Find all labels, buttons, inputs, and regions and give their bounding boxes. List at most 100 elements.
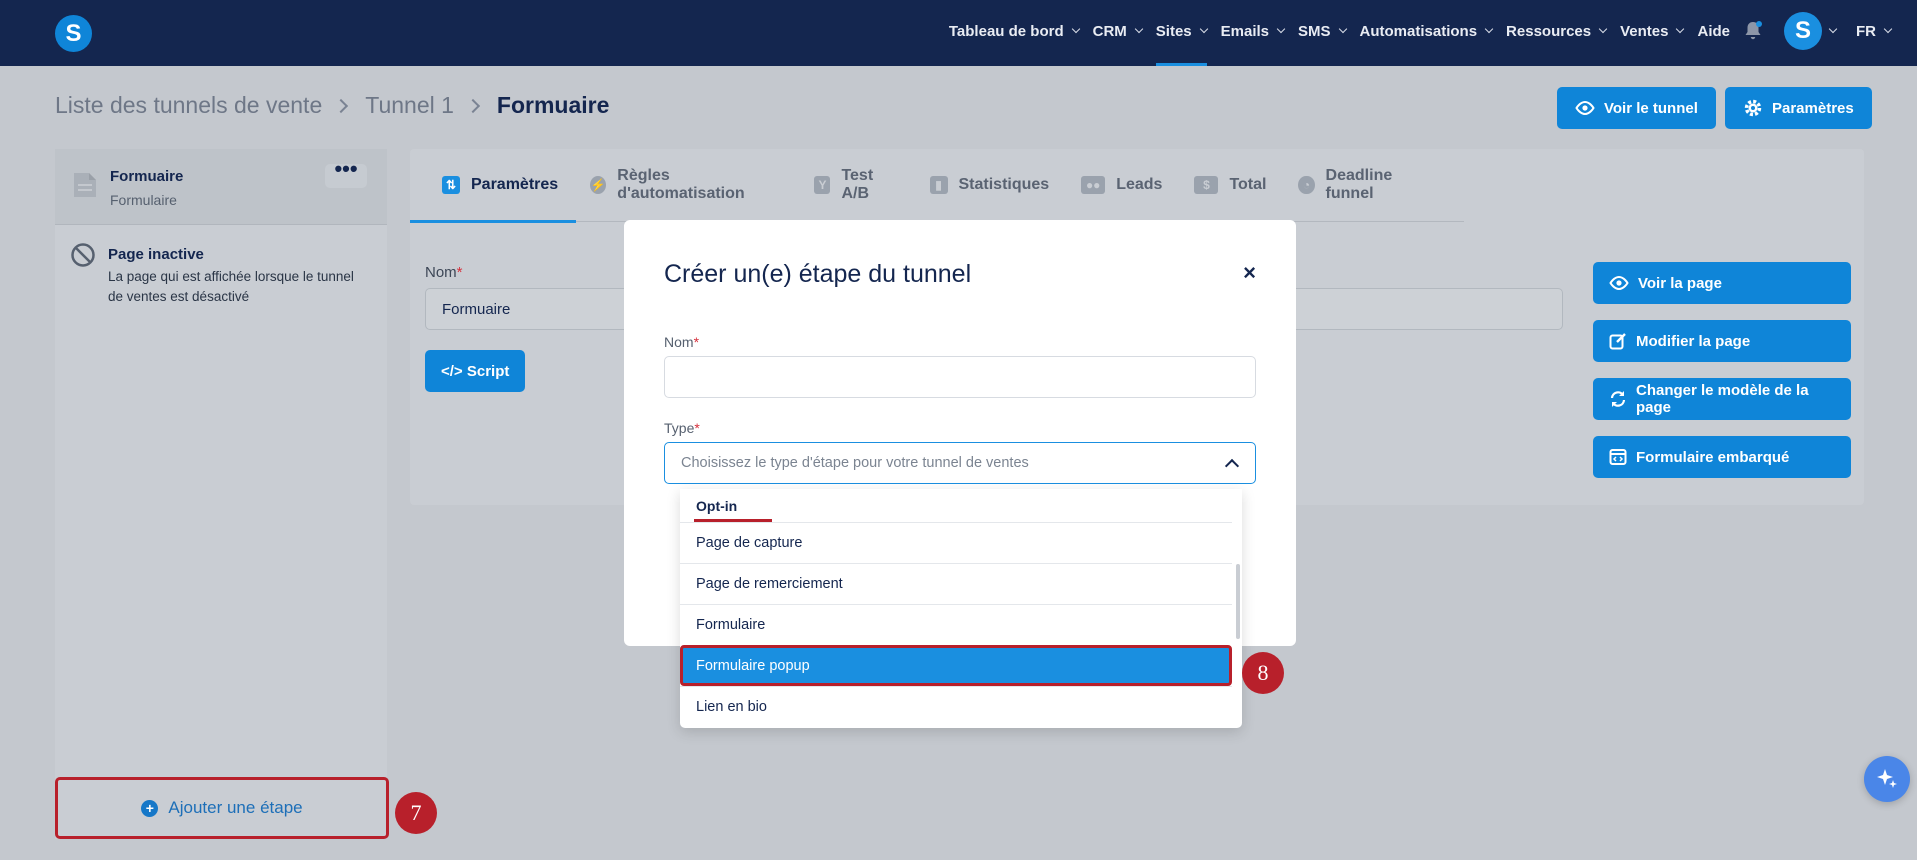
- avatar[interactable]: S: [1784, 12, 1822, 50]
- annotation-badge-7: 7: [395, 792, 437, 834]
- step-type-dropdown: Opt-in Page de capture Page de remerciem…: [680, 489, 1242, 728]
- tab-label: Total: [1229, 176, 1267, 193]
- select-placeholder: Choisissez le type d'étape pour votre tu…: [681, 455, 1029, 471]
- nav-item-sales[interactable]: Ventes: [1620, 0, 1685, 62]
- bell-icon[interactable]: [1744, 21, 1762, 41]
- inactive-page-title[interactable]: Page inactive: [108, 246, 204, 263]
- nav-item-resources[interactable]: Ressources: [1506, 0, 1608, 62]
- funnel-steps-sidebar: Formuaire Formulaire ••• Page inactive L…: [55, 149, 389, 839]
- modal-name-label-text: Nom: [664, 334, 694, 350]
- nav-item-label: Aide: [1697, 22, 1730, 40]
- app-logo[interactable]: S: [55, 15, 92, 52]
- required-marker: *: [694, 420, 700, 436]
- bolt-icon: ⚡: [590, 176, 607, 194]
- view-funnel-button[interactable]: Voir le tunnel: [1557, 87, 1716, 129]
- chevron-right-icon: [334, 98, 349, 113]
- chevron-down-icon: [1676, 24, 1685, 34]
- view-page-label: Voir la page: [1638, 274, 1722, 292]
- tab-label: Règles d'automatisation: [617, 167, 745, 202]
- view-funnel-label: Voir le tunnel: [1604, 99, 1698, 117]
- tab-statistics[interactable]: ▮ Statistiques: [929, 149, 1050, 222]
- script-button[interactable]: </> Script: [425, 350, 526, 392]
- change-template-label: Changer le modèle de la page: [1636, 382, 1809, 416]
- view-page-button[interactable]: Voir la page: [1593, 262, 1851, 304]
- nav-item-emails[interactable]: Emails: [1220, 0, 1286, 62]
- embedded-form-label: Formulaire embarqué: [1636, 448, 1790, 466]
- step-type-select[interactable]: Choisissez le type d'étape pour votre tu…: [664, 442, 1256, 484]
- step-type: Formulaire: [110, 192, 177, 208]
- close-icon[interactable]: ×: [1243, 260, 1256, 286]
- assistant-button[interactable]: [1864, 756, 1910, 802]
- tab-parametres[interactable]: ⇅ Paramètres: [409, 149, 577, 223]
- option-capture-page[interactable]: Page de capture: [680, 522, 1232, 563]
- disabled-icon: [71, 243, 95, 267]
- nav-item-dashboard[interactable]: Tableau de bord: [948, 0, 1080, 62]
- page-icon: [74, 173, 96, 197]
- nav-item-sites[interactable]: Sites: [1155, 0, 1208, 66]
- chevron-down-icon: [1598, 24, 1608, 34]
- embed-icon: [1609, 448, 1627, 466]
- edit-page-button[interactable]: Modifier la page: [1593, 320, 1851, 362]
- required-marker: *: [693, 334, 700, 350]
- refresh-icon: [1609, 390, 1627, 408]
- nav-item-label: Ventes: [1620, 22, 1669, 40]
- tab-label: Test A/B: [841, 167, 874, 202]
- bar-chart-icon: ▮: [929, 176, 948, 194]
- breadcrumb-funnel[interactable]: Tunnel 1: [365, 92, 454, 119]
- nav-item-label: Emails: [1220, 22, 1270, 40]
- option-popup-form[interactable]: Formulaire popup: [680, 645, 1232, 686]
- settings-button[interactable]: Paramètres: [1725, 87, 1872, 129]
- gear-icon: [1743, 98, 1763, 118]
- tab-ab-test[interactable]: Y Test A/B: [814, 149, 897, 222]
- tab-label: Deadline funnel: [1325, 167, 1393, 202]
- chevron-down-icon: [1276, 24, 1286, 34]
- nav-item-label: Tableau de bord: [948, 22, 1064, 40]
- more-options-button[interactable]: •••: [325, 158, 367, 188]
- modal-title: Créer un(e) étape du tunnel: [664, 260, 972, 288]
- sliders-icon: ⇅: [442, 176, 460, 194]
- tab-deadline-funnel[interactable]: ◔ Deadline funnel: [1298, 149, 1432, 222]
- modal-type-label: Type*: [664, 420, 700, 436]
- embedded-form-button[interactable]: Formulaire embarqué: [1593, 436, 1851, 478]
- add-step-button[interactable]: + Ajouter une étape: [55, 777, 389, 839]
- tab-label: Leads: [1116, 176, 1163, 193]
- dropdown-scrollbar[interactable]: [1236, 564, 1240, 639]
- language-selector[interactable]: FR: [1856, 0, 1893, 62]
- modal-type-label-text: Type: [664, 420, 695, 436]
- option-link-in-bio[interactable]: Lien en bio: [680, 686, 1232, 727]
- step-item-active[interactable]: Formuaire Formulaire •••: [55, 149, 387, 225]
- dropdown-group-label: Opt-in: [696, 498, 738, 514]
- breadcrumb-funnel-list[interactable]: Liste des tunnels de vente: [55, 92, 322, 119]
- breadcrumb: Liste des tunnels de vente Tunnel 1 Form…: [55, 92, 609, 119]
- chevron-down-icon: [1338, 24, 1347, 34]
- tab-label: Paramètres: [471, 176, 559, 193]
- annotation-badge-8: 8: [1242, 652, 1284, 694]
- chevron-right-icon: [465, 98, 480, 113]
- chevron-down-icon: [1828, 24, 1838, 34]
- plus-circle-icon: +: [141, 799, 159, 817]
- nav-item-crm[interactable]: CRM: [1093, 0, 1144, 62]
- tab-total[interactable]: $ Total: [1194, 149, 1266, 222]
- nav-item-automations[interactable]: Automatisations: [1360, 0, 1494, 62]
- chevron-up-icon: [1224, 458, 1240, 474]
- tab-label: Statistiques: [958, 176, 1050, 193]
- chevron-down-icon: [1883, 24, 1893, 34]
- top-navbar: S Tableau de bord CRM Sites Emails SMS A…: [0, 0, 1917, 66]
- chevron-down-icon: [1484, 24, 1494, 34]
- dollar-icon: $: [1194, 176, 1219, 194]
- nav-item-help[interactable]: Aide: [1697, 0, 1730, 62]
- tab-automation-rules[interactable]: ⚡ Règles d'automatisation: [590, 149, 782, 222]
- nav-item-label: Ressources: [1506, 22, 1592, 40]
- tab-leads[interactable]: ●● Leads: [1081, 149, 1162, 222]
- step-title: Formuaire: [110, 168, 184, 185]
- nav-item-sms[interactable]: SMS: [1298, 0, 1347, 62]
- change-template-button[interactable]: Changer le modèle de la page: [1593, 378, 1851, 420]
- option-thank-you-page[interactable]: Page de remerciement: [680, 563, 1232, 604]
- chevron-down-icon: [1134, 24, 1144, 34]
- user-menu-toggle[interactable]: [1828, 0, 1838, 62]
- modal-name-input[interactable]: [664, 356, 1256, 398]
- split-icon: Y: [814, 176, 831, 194]
- option-form[interactable]: Formulaire: [680, 604, 1232, 645]
- edit-page-label: Modifier la page: [1636, 332, 1751, 350]
- main-menu: Tableau de bord CRM Sites Emails SMS Aut…: [948, 0, 1905, 66]
